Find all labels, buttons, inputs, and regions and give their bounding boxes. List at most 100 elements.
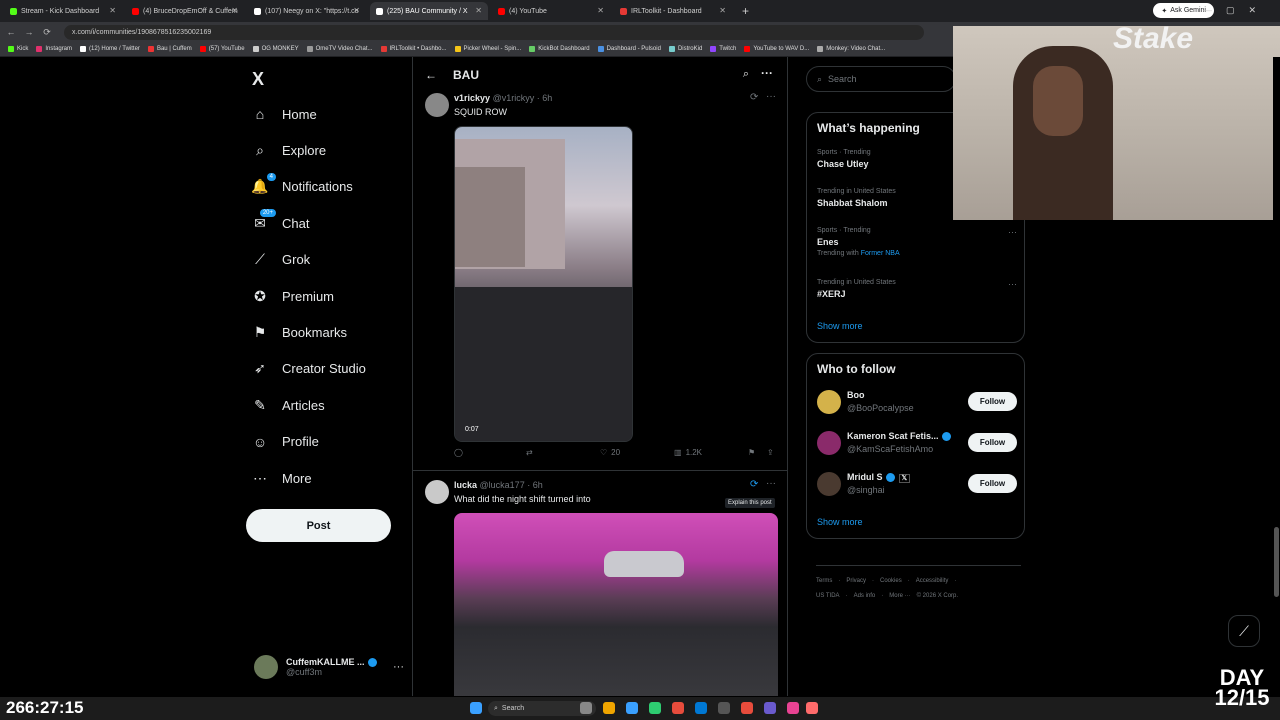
taskbar-app-icon[interactable]	[603, 702, 615, 714]
follow-button[interactable]: Follow	[968, 433, 1017, 452]
suggestion-name[interactable]: Boo	[847, 390, 865, 400]
windows-start-icon[interactable]	[470, 702, 482, 714]
taskbar-app-icon[interactable]	[695, 702, 707, 714]
follow-suggestion[interactable]: Boo @BooPocalypse Follow	[817, 388, 1017, 418]
grok-icon[interactable]: ⟳	[750, 479, 758, 490]
footer-link[interactable]: More ···	[889, 593, 910, 599]
search-input[interactable]: ⌕ Search	[806, 66, 956, 92]
tweet-author[interactable]: lucka	[454, 480, 477, 490]
close-icon[interactable]: ✕	[597, 6, 604, 15]
bookmark-item[interactable]: Twitch	[710, 46, 736, 52]
follow-suggestion[interactable]: Kameron Scat Fetis... @KamScaFetishAmo Fol…	[817, 429, 1017, 459]
bookmark-item[interactable]: (12) Home / Twitter	[80, 46, 140, 52]
follow-suggestion[interactable]: Mridul S 𝕏 @singhai Follow	[817, 470, 1017, 500]
footer-link[interactable]: US TIDA	[816, 593, 840, 599]
show-more-link[interactable]: Show more	[817, 517, 863, 527]
show-more-link[interactable]: Show more	[817, 321, 863, 331]
trend-more-icon[interactable]: ···	[1008, 279, 1017, 289]
post-button[interactable]: Post	[246, 509, 391, 542]
suggestion-name[interactable]: Mridul S𝕏	[847, 472, 911, 483]
avatar[interactable]	[817, 431, 841, 455]
bookmark-item[interactable]: DistroKid	[668, 46, 702, 52]
avatar[interactable]	[817, 472, 841, 496]
follow-button[interactable]: Follow	[968, 474, 1017, 493]
new-tab-icon[interactable]: +	[742, 4, 749, 18]
bookmark-item[interactable]: OmeTV Video Chat...	[306, 46, 373, 52]
close-icon[interactable]: ✕	[353, 6, 360, 15]
taskbar-app-icon[interactable]	[741, 702, 753, 714]
bookmark-item[interactable]: Instagram	[36, 46, 72, 52]
nav-item-home[interactable]: ⌂ Home	[252, 106, 317, 122]
bookmark-item[interactable]: KickBot Dashboard	[529, 46, 590, 52]
nav-item-articles[interactable]: ✎ Articles	[252, 397, 325, 413]
x-logo-icon[interactable]: X	[252, 69, 264, 90]
taskbar-app-icon[interactable]	[626, 702, 638, 714]
tweet-more-icon[interactable]: ···	[766, 478, 776, 489]
footer-link[interactable]: Terms	[816, 578, 832, 584]
tweet-time: · 6h	[527, 480, 543, 490]
window-controls[interactable]: —▢✕	[1203, 5, 1270, 16]
nav-item-notifications[interactable]: 🔔 4 Notifications	[251, 172, 353, 195]
close-icon[interactable]: ✕	[719, 6, 726, 15]
scrollbar[interactable]	[1273, 57, 1280, 696]
taskbar-app-icon[interactable]	[672, 702, 684, 714]
nav-item-chat[interactable]: ✉ 20+ Chat	[252, 209, 309, 231]
trend-more-icon[interactable]: ···	[1008, 227, 1017, 237]
trend-related-link[interactable]: Former NBA	[861, 250, 900, 257]
trend-item[interactable]: Trending in United States #XERJ ···	[817, 279, 1017, 299]
browser-tab[interactable]: (4) YouTube ✕	[492, 2, 610, 20]
nav-item-profile[interactable]: ☺ Profile	[252, 434, 319, 450]
nav-item-grok[interactable]: ⟋ Grok	[252, 251, 310, 268]
taskbar-app-icon[interactable]	[764, 702, 776, 714]
tweet-image[interactable]	[454, 513, 778, 696]
footer-link[interactable]: Cookies	[880, 578, 902, 584]
browser-tab[interactable]: (4) BruceDropEmOff & Cuffem ✕	[126, 2, 244, 20]
nav-item-creator-studio[interactable]: ➶ Creator Studio	[252, 360, 366, 377]
bookmark-item[interactable]: (57) YouTube	[199, 46, 245, 52]
nav-item-explore[interactable]: ⌕ Explore	[252, 142, 326, 158]
scrollbar-thumb[interactable]	[1274, 527, 1279, 597]
browser-tab[interactable]: (225) BAU Community / X ✕	[370, 2, 488, 20]
bookmark-item[interactable]: Picker Wheel - Spin...	[454, 46, 521, 52]
avatar	[254, 655, 278, 679]
grok-floating-icon[interactable]: ⟋	[1228, 615, 1260, 647]
bookmark-item[interactable]: OG MONKEY	[252, 46, 299, 52]
avatar[interactable]	[425, 480, 449, 504]
url-field[interactable]: x.com/i/communities/1908678516235002169	[64, 24, 924, 40]
close-icon[interactable]: ✕	[231, 6, 238, 15]
bookmark-item[interactable]: IRLToolkit • Dashbo...	[380, 46, 447, 52]
close-icon[interactable]: ✕	[109, 6, 116, 15]
nav-item-more[interactable]: ⋯ More	[252, 470, 312, 486]
forward-icon[interactable]: →	[22, 27, 36, 37]
footer-link[interactable]: Ads info	[854, 593, 876, 599]
follow-button[interactable]: Follow	[968, 392, 1017, 411]
bookmark-item[interactable]: Bau | Cuffem	[147, 46, 192, 52]
browser-tab[interactable]: (107) Neegy on X: "https://t.co ✕	[248, 2, 366, 20]
bookmark-item[interactable]: Dashboard - Pulsoid	[597, 46, 661, 52]
back-icon[interactable]: ←	[4, 27, 18, 37]
bookmark-item[interactable]: Kick	[8, 46, 28, 52]
nav-item-premium[interactable]: ✪ Premium	[252, 288, 334, 304]
footer-link[interactable]: Accessibility	[916, 578, 949, 584]
avatar[interactable]	[817, 390, 841, 414]
taskbar-app-icon[interactable]	[718, 702, 730, 714]
nav-item-bookmarks[interactable]: ⚑ Bookmarks	[252, 324, 347, 340]
taskbar-app-icon[interactable]	[580, 702, 592, 714]
suggestion-handle: @singhai	[847, 485, 885, 495]
footer-link[interactable]: Privacy	[846, 578, 866, 584]
bookmark-item[interactable]: YouTube to WAV D...	[744, 46, 809, 52]
bookmark-item[interactable]: Monkey: Video Chat...	[817, 46, 885, 52]
suggestion-name[interactable]: Kameron Scat Fetis...	[847, 431, 951, 442]
browser-tab[interactable]: Stream - Kick Dashboard ✕	[4, 2, 122, 20]
account-more-icon[interactable]: ···	[393, 661, 404, 673]
tweet[interactable]: lucka @lucka177 · 6h ⟳ ··· Explain this …	[413, 57, 787, 696]
account-switcher[interactable]: CuffemKALLME ... @cuff3m ···	[254, 655, 404, 679]
taskbar-app-icon[interactable]	[787, 702, 799, 714]
footer-link[interactable]: © 2026 X Corp.	[917, 593, 958, 599]
trend-item[interactable]: Sports · Trending Enes Trending with Forme…	[817, 227, 1017, 257]
taskbar-app-icon[interactable]	[649, 702, 661, 714]
close-icon[interactable]: ✕	[475, 6, 482, 15]
browser-tab[interactable]: IRLToolkit - Dashboard ✕	[614, 2, 732, 20]
reload-icon[interactable]: ⟳	[40, 27, 54, 38]
taskbar-app-icon[interactable]	[806, 702, 818, 714]
